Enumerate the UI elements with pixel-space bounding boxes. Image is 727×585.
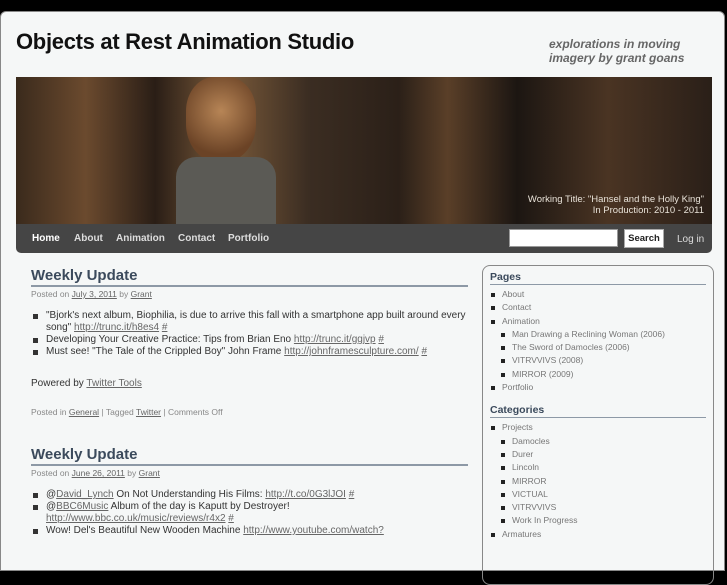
tweet-permalink[interactable]: # [378, 334, 384, 345]
powered-label: Powered by [31, 378, 84, 389]
meta-by: by [127, 468, 137, 478]
list-item: "Bjork's next album, Biophilia, is due t… [33, 310, 468, 334]
tweet-permalink[interactable]: # [349, 489, 355, 500]
post-author-link[interactable]: Grant [131, 289, 152, 299]
banner-caption-title: Working Title: "Hansel and the Holly Kin… [527, 194, 704, 205]
pages-list: About Contact Animation Man Drawing a Recli… [490, 288, 706, 394]
post: Weekly Update Posted on July 3, 2011 by … [31, 267, 468, 417]
tagged-label: | Tagged [101, 407, 134, 417]
comments-status: | Comments Off [163, 407, 223, 417]
sidebar-category-item[interactable]: Work In Progress [490, 514, 706, 527]
sidebar-category-item[interactable]: MIRROR [490, 475, 706, 488]
powered-by: Powered by Twitter Tools [31, 378, 468, 389]
sidebar-category-item[interactable]: Durer [490, 448, 706, 461]
header-banner-image: Working Title: "Hansel and the Holly Kin… [16, 77, 712, 224]
puppet-head-image [186, 77, 256, 162]
post-meta: Posted on July 3, 2011 by Grant [31, 289, 468, 299]
sidebar-category-item[interactable]: VITRVVIVS [490, 501, 706, 514]
banner-caption-production: In Production: 2010 - 2011 [592, 205, 704, 216]
nav-about[interactable]: About [74, 233, 103, 244]
list-item: Developing Your Creative Practice: Tips … [33, 334, 468, 346]
site-tagline: explorations in moving imagery by grant … [549, 37, 685, 65]
meta-label: Posted on [31, 468, 70, 478]
post-date-link[interactable]: June 26, 2011 [72, 468, 125, 478]
site-title[interactable]: Objects at Rest Animation Studio [16, 29, 354, 55]
at-sign: @ [46, 489, 57, 500]
tweet-text: Wow! Del's Beautiful New Wooden Machine [46, 525, 241, 536]
nav-portfolio[interactable]: Portfolio [228, 233, 269, 244]
post-title[interactable]: Weekly Update [31, 446, 468, 466]
posted-in-label: Posted in [31, 407, 67, 417]
tweet-link[interactable]: http://www.youtube.com/watch? [243, 525, 384, 536]
post: Weekly Update Posted on June 26, 2011 by… [31, 446, 468, 537]
user-link[interactable]: David_Lynch [56, 489, 113, 500]
sidebar-category-item[interactable]: Lincoln [490, 461, 706, 474]
meta-by: by [119, 289, 129, 299]
list-item: Wow! Del's Beautiful New Wooden Machine … [33, 525, 468, 537]
main-nav: Home About Animation Contact Portfolio S… [16, 224, 712, 253]
post-author-link[interactable]: Grant [139, 468, 160, 478]
list-item: Must see! "The Tale of the Crippled Boy"… [33, 346, 468, 358]
meta-label: Posted on [31, 289, 70, 299]
pages-heading: Pages [490, 271, 706, 285]
sidebar-category-item[interactable]: Armatures [490, 528, 706, 541]
user-link[interactable]: BBC6Music [56, 501, 108, 512]
sidebar-page-item[interactable]: Portfolio [490, 381, 706, 394]
tweet-link[interactable]: http://trunc.it/h8es4 [74, 322, 159, 333]
post-title[interactable]: Weekly Update [31, 267, 468, 287]
tweet-list: @David_Lynch On Not Understanding His Fi… [33, 489, 468, 537]
sidebar-page-item[interactable]: Man Drawing a Reclining Woman (2006) [490, 328, 706, 341]
tweet-permalink[interactable]: # [162, 322, 168, 333]
banner-caption: Working Title: "Hansel and the Holly Kin… [528, 194, 704, 216]
tweet-link[interactable]: http://trunc.it/ggjvp [294, 334, 376, 345]
nav-contact[interactable]: Contact [178, 233, 215, 244]
tweet-link[interactable]: http://t.co/0G3lJOI [265, 489, 346, 500]
at-sign: @ [46, 501, 57, 512]
login-link[interactable]: Log in [677, 234, 704, 245]
sidebar: Pages About Contact Animation Man Drawing a… [482, 265, 714, 585]
categories-heading: Categories [490, 404, 706, 419]
list-item: @David_Lynch On Not Understanding His Fi… [33, 489, 468, 501]
search-input[interactable] [509, 229, 618, 247]
post-meta: Posted on June 26, 2011 by Grant [31, 468, 468, 478]
tweet-permalink[interactable]: # [228, 513, 234, 524]
search-button[interactable]: Search [624, 229, 664, 248]
tweet-link[interactable]: http://www.bbc.co.uk/music/reviews/r4x2 [46, 513, 226, 524]
tweet-text: Must see! "The Tale of the Crippled Boy"… [46, 346, 282, 357]
list-item: @BBC6Music Album of the day is Kaputt by… [33, 501, 468, 525]
tag-link[interactable]: Twitter [136, 407, 161, 417]
sidebar-category-item[interactable]: Damocles [490, 435, 706, 448]
sidebar-page-item[interactable]: About [490, 288, 706, 301]
post-footer: Posted in General | Tagged Twitter | Com… [31, 407, 468, 417]
sidebar-page-item[interactable]: The Sword of Damocles (2006) [490, 341, 706, 354]
twitter-tools-link[interactable]: Twitter Tools [86, 378, 141, 389]
puppet-body-image [176, 157, 276, 224]
sidebar-category-item[interactable]: VICTUAL [490, 488, 706, 501]
tweet-text: On Not Understanding His Films: [116, 489, 263, 500]
tweet-link[interactable]: http://johnframesculpture.com/ [284, 346, 419, 357]
page-container: Objects at Rest Animation Studio explora… [0, 11, 725, 585]
sidebar-page-item[interactable]: MIRROR (2009) [490, 368, 706, 381]
post-date-link[interactable]: July 3, 2011 [72, 289, 117, 299]
categories-list: Projects Damocles Durer Lincoln MIRROR VICTUA… [490, 421, 706, 541]
nav-home[interactable]: Home [32, 233, 60, 244]
tweet-list: "Bjork's next album, Biophilia, is due t… [33, 310, 468, 358]
sidebar-page-item[interactable]: Contact [490, 301, 706, 314]
tweet-text: Album of the day is Kaputt by Destroyer! [110, 501, 290, 512]
category-link[interactable]: General [69, 407, 99, 417]
sidebar-page-item[interactable]: VITRVVIVS (2008) [490, 354, 706, 367]
tweet-permalink[interactable]: # [421, 346, 427, 357]
sidebar-category-item[interactable]: Projects [490, 421, 706, 434]
sidebar-page-item[interactable]: Animation [490, 315, 706, 328]
tweet-text: Developing Your Creative Practice: Tips … [46, 334, 292, 345]
main-content: Weekly Update Posted on July 3, 2011 by … [31, 267, 468, 537]
nav-animation[interactable]: Animation [116, 233, 165, 244]
